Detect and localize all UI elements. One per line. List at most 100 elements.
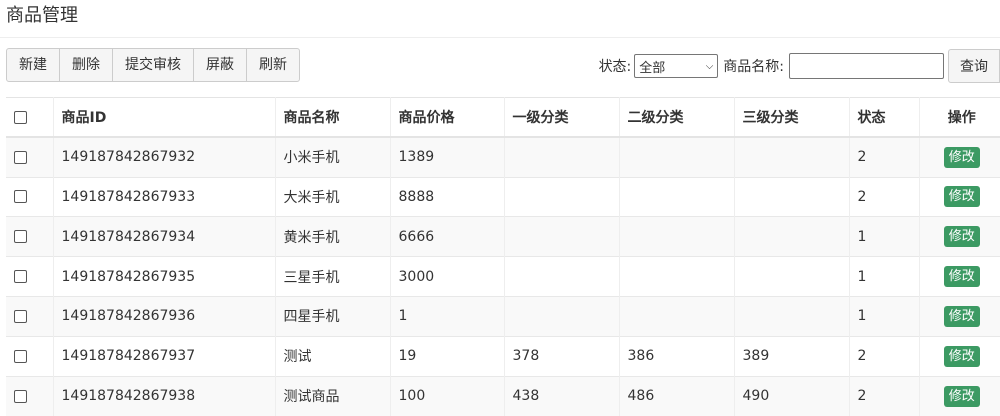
cell-category-3 xyxy=(734,136,850,178)
cell-product-id: 149187842867935 xyxy=(53,256,276,297)
cell-status: 1 xyxy=(849,216,920,257)
status-select[interactable]: 全部 ⌵ xyxy=(634,54,719,78)
row-actions-cell: 修改 xyxy=(919,136,1000,178)
table-row: 149187842867934 黄米手机 6666 1 修改 xyxy=(6,216,1000,257)
edit-button[interactable]: 修改 xyxy=(943,186,980,208)
row-actions-cell: 修改 xyxy=(919,256,1000,297)
row-checkbox[interactable] xyxy=(14,230,27,244)
cell-category-1 xyxy=(504,256,620,297)
edit-button[interactable]: 修改 xyxy=(943,226,980,248)
cell-product-name: 大米手机 xyxy=(275,176,391,217)
cell-category-1 xyxy=(504,216,620,257)
cell-category-2 xyxy=(619,256,735,297)
row-checkbox[interactable] xyxy=(14,349,27,363)
cell-product-id: 149187842867934 xyxy=(53,216,276,257)
cell-category-3 xyxy=(734,216,850,257)
cell-category-2: 486 xyxy=(619,375,735,416)
table-row: 149187842867938 测试商品 100 438 486 490 2 修改 xyxy=(6,375,1000,416)
row-actions-cell: 修改 xyxy=(919,176,1000,217)
cell-product-id: 149187842867938 xyxy=(53,375,276,416)
chevron-down-icon: ⌵ xyxy=(705,60,714,72)
delete-button[interactable]: 删除 xyxy=(59,48,113,82)
header-product-name: 商品名称 xyxy=(275,97,391,139)
table-row: 149187842867936 四星手机 1 1 修改 xyxy=(6,295,1000,337)
row-actions-cell: 修改 xyxy=(919,375,1000,416)
cell-product-id: 149187842867933 xyxy=(53,176,276,217)
cell-product-name: 测试商品 xyxy=(275,375,391,416)
cell-category-3 xyxy=(734,295,850,337)
row-checkbox[interactable] xyxy=(14,309,27,323)
cell-category-2: 386 xyxy=(619,335,735,377)
header-product-id: 商品ID xyxy=(53,97,276,139)
cell-product-price: 1389 xyxy=(390,136,505,178)
table-header-row: 商品ID 商品名称 商品价格 一级分类 二级分类 三级分类 状态 操作 xyxy=(6,97,1000,139)
table-row: 149187842867935 三星手机 3000 1 修改 xyxy=(6,256,1000,297)
row-select-cell xyxy=(6,176,54,217)
cell-status: 2 xyxy=(849,136,920,178)
cell-category-1 xyxy=(504,176,620,217)
row-select-cell xyxy=(6,295,54,337)
cell-product-name: 黄米手机 xyxy=(275,216,391,257)
edit-button[interactable]: 修改 xyxy=(943,305,980,327)
cell-product-price: 8888 xyxy=(390,176,505,217)
table-row: 149187842867933 大米手机 8888 2 修改 xyxy=(6,176,1000,217)
edit-button[interactable]: 修改 xyxy=(943,266,980,288)
row-actions-cell: 修改 xyxy=(919,216,1000,257)
cell-status: 2 xyxy=(849,176,920,217)
cell-category-3 xyxy=(734,176,850,217)
row-actions-cell: 修改 xyxy=(919,335,1000,377)
cell-product-price: 3000 xyxy=(390,256,505,297)
row-checkbox[interactable] xyxy=(14,389,27,403)
cell-status: 2 xyxy=(849,335,920,377)
cell-category-2 xyxy=(619,136,735,178)
cell-category-2 xyxy=(619,295,735,337)
refresh-button[interactable]: 刷新 xyxy=(246,48,300,82)
query-button[interactable]: 查询 xyxy=(948,49,1000,83)
edit-button[interactable]: 修改 xyxy=(943,146,980,168)
cell-product-price: 19 xyxy=(390,335,505,377)
cell-category-3 xyxy=(734,256,850,297)
edit-button[interactable]: 修改 xyxy=(943,345,980,367)
product-name-input[interactable] xyxy=(789,53,944,79)
row-select-cell xyxy=(6,256,54,297)
cell-product-id: 149187842867932 xyxy=(53,136,276,178)
cell-product-name: 三星手机 xyxy=(275,256,391,297)
cell-category-3: 490 xyxy=(734,375,850,416)
status-select-value: 全部 xyxy=(639,60,666,76)
select-all-checkbox[interactable] xyxy=(14,110,27,124)
submit-review-button[interactable]: 提交审核 xyxy=(112,48,194,82)
cell-product-name: 测试 xyxy=(275,335,391,377)
cell-product-id: 149187842867937 xyxy=(53,335,276,377)
cell-category-2 xyxy=(619,176,735,217)
cell-product-price: 100 xyxy=(390,375,505,416)
page-title: 商品管理 xyxy=(6,5,78,26)
row-select-cell xyxy=(6,216,54,257)
cell-category-2 xyxy=(619,216,735,257)
product-name-label: 商品名称: xyxy=(723,59,784,75)
block-button[interactable]: 屏蔽 xyxy=(193,48,247,82)
header-product-price: 商品价格 xyxy=(390,97,505,139)
filter-bar: 状态: 全部 ⌵ 商品名称: 查询 xyxy=(599,48,1000,84)
cell-product-name: 四星手机 xyxy=(275,295,391,337)
title-divider xyxy=(0,37,1000,38)
select-all-cell xyxy=(6,97,54,139)
row-checkbox[interactable] xyxy=(14,150,27,164)
cell-status: 2 xyxy=(849,375,920,416)
row-checkbox[interactable] xyxy=(14,190,27,204)
header-category-2: 二级分类 xyxy=(619,97,735,139)
table-row: 149187842867932 小米手机 1389 2 修改 xyxy=(6,136,1000,178)
header-category-1: 一级分类 xyxy=(504,97,620,139)
header-actions: 操作 xyxy=(919,97,1000,139)
cell-category-1: 378 xyxy=(504,335,620,377)
row-select-cell xyxy=(6,375,54,416)
row-select-cell xyxy=(6,335,54,377)
cell-status: 1 xyxy=(849,256,920,297)
cell-category-3: 389 xyxy=(734,335,850,377)
edit-button[interactable]: 修改 xyxy=(943,385,980,407)
cell-product-price: 6666 xyxy=(390,216,505,257)
new-button[interactable]: 新建 xyxy=(6,48,60,82)
cell-product-price: 1 xyxy=(390,295,505,337)
cell-category-1 xyxy=(504,295,620,337)
row-checkbox[interactable] xyxy=(14,270,27,284)
cell-product-name: 小米手机 xyxy=(275,136,391,178)
